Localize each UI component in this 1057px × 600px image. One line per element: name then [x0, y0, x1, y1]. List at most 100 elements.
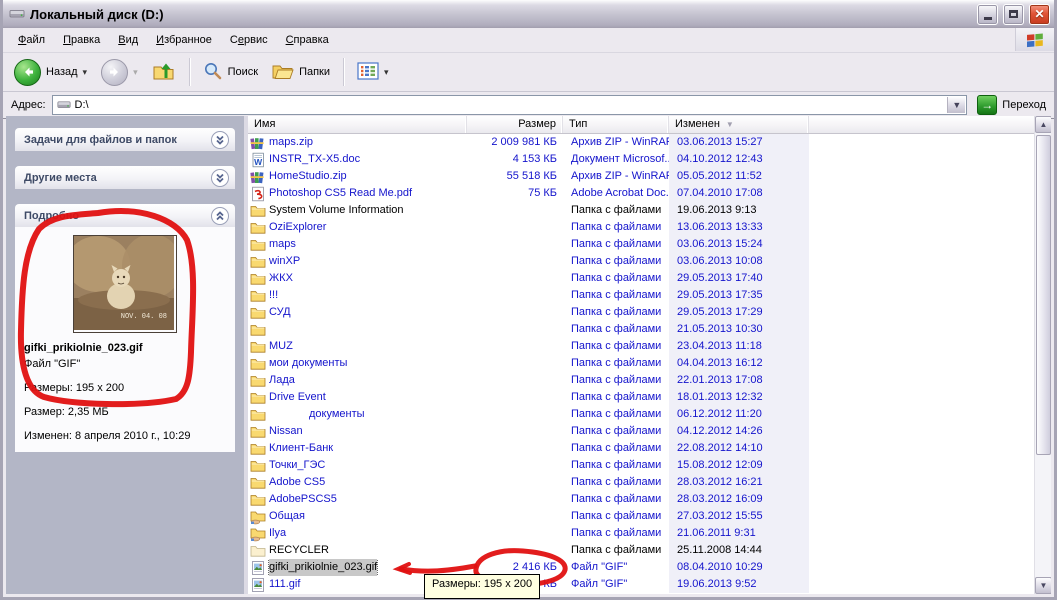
address-dropdown-button[interactable]: ▼ — [947, 97, 965, 113]
file-name[interactable]: OziExplorer — [269, 219, 326, 236]
file-name[interactable]: RECYCLER — [269, 542, 329, 559]
chevron-up-icon[interactable] — [211, 207, 229, 225]
column-header[interactable]: Размер — [467, 116, 563, 133]
file-name[interactable]: maps — [269, 236, 296, 253]
scroll-up-button[interactable]: ▲ — [1035, 116, 1051, 133]
file-name[interactable]: СУД — [269, 304, 291, 321]
forward-button[interactable]: ▾ — [96, 57, 143, 88]
up-button[interactable] — [147, 57, 181, 88]
file-name[interactable]: MUZ — [269, 338, 293, 355]
panel-other-places-header[interactable]: Другие места — [15, 166, 235, 189]
file-row[interactable]: ЛадаПапка с файлами22.01.2013 17:08 — [248, 372, 1034, 389]
file-name[interactable]: gifki_prikiolnie_023.gif — [269, 559, 377, 576]
file-row[interactable]: !!!Папка с файлами29.05.2013 17:35 — [248, 287, 1034, 304]
file-name[interactable]: Ilya — [269, 525, 286, 542]
menu-item[interactable]: Избранное — [147, 30, 221, 50]
back-button[interactable]: Назад ▾ — [9, 57, 92, 88]
column-header[interactable]: Имя — [248, 116, 467, 133]
views-dropdown-icon[interactable]: ▾ — [384, 67, 389, 78]
panel-file-tasks-header[interactable]: Задачи для файлов и папок — [15, 128, 235, 151]
chevron-down-icon[interactable] — [211, 131, 229, 149]
file-row[interactable]: gifki_prikiolnie_023.gif2 416 КБФайл "GI… — [248, 559, 1034, 576]
file-name[interactable]: HomeStudio.zip — [269, 168, 347, 185]
folder-icon — [250, 271, 266, 287]
file-type: Папка с файлами — [563, 389, 669, 406]
views-button[interactable]: ▾ — [352, 60, 394, 85]
column-header[interactable]: Изменен▼ — [669, 116, 809, 133]
back-dropdown-icon[interactable]: ▾ — [83, 67, 88, 78]
menu-item[interactable]: Вид — [109, 30, 147, 50]
menu-item[interactable]: Сервис — [221, 30, 277, 50]
panel-details-header[interactable]: Подробно — [15, 204, 235, 227]
file-row[interactable]: RECYCLERПапка с файлами25.11.2008 14:44 — [248, 542, 1034, 559]
file-row[interactable]: OziExplorerПапка с файлами13.06.2013 13:… — [248, 219, 1034, 236]
sort-descending-icon: ▼ — [726, 120, 734, 129]
address-value: D:\ — [75, 99, 89, 111]
chevron-down-icon[interactable] — [211, 169, 229, 187]
address-input[interactable]: D:\ ▼ — [52, 95, 968, 115]
file-type: Папка с файлами — [563, 508, 669, 525]
column-header[interactable]: Тип — [563, 116, 669, 133]
folders-button[interactable]: Папки — [267, 59, 335, 86]
file-row[interactable]: System Volume InformationПапка с файлами… — [248, 202, 1034, 219]
file-row[interactable]: WINSTR_TX-X5.doc4 153 КБДокумент Microso… — [248, 151, 1034, 168]
column-header-filler — [809, 116, 1051, 133]
close-button[interactable]: ✕ — [1029, 4, 1050, 25]
file-row[interactable]: IlyaПапка с файлами21.06.2011 9:31 — [248, 525, 1034, 542]
scroll-down-button[interactable]: ▼ — [1035, 577, 1051, 594]
file-row[interactable]: ОбщаяПапка с файлами27.03.2012 15:55 — [248, 508, 1034, 525]
file-row[interactable]: NissanПапка с файлами04.12.2012 14:26 — [248, 423, 1034, 440]
file-name[interactable]: Adobe CS5 — [269, 474, 325, 491]
file-row[interactable]: СУДПапка с файлами29.05.2013 17:29 — [248, 304, 1034, 321]
vertical-scrollbar[interactable]: ▲ ▼ — [1034, 116, 1051, 594]
file-row[interactable]: HomeStudio.zip55 518 КБАрхив ZIP - WinRA… — [248, 168, 1034, 185]
file-name[interactable]: ЖКХ — [269, 270, 293, 287]
file-row[interactable]: мои документыПапка с файлами04.04.2013 1… — [248, 355, 1034, 372]
file-row[interactable]: Точки_ГЭСПапка с файлами15.08.2012 12:09 — [248, 457, 1034, 474]
scrollbar-thumb[interactable] — [1036, 135, 1051, 455]
menu-item[interactable]: Правка — [54, 30, 109, 50]
file-name[interactable]: документы — [309, 406, 365, 423]
file-date: 04.12.2012 14:26 — [669, 423, 809, 440]
file-name[interactable]: мои документы — [269, 355, 347, 372]
maximize-button[interactable] — [1003, 4, 1024, 25]
file-name[interactable]: Photoshop CS5 Read Me.pdf — [269, 185, 412, 202]
file-row[interactable]: AdobePSCS5Папка с файлами28.03.2012 16:0… — [248, 491, 1034, 508]
menu-item[interactable]: Справка — [277, 30, 338, 50]
file-row[interactable]: ЖКХПапка с файлами29.05.2013 17:40 — [248, 270, 1034, 287]
file-name[interactable]: System Volume Information — [269, 202, 404, 219]
file-name[interactable]: winXP — [269, 253, 300, 270]
file-row[interactable]: 111.gif735 КБФайл "GIF"19.06.2013 9:52 — [248, 576, 1034, 593]
file-row[interactable]: MUZПапка с файлами23.04.2013 11:18 — [248, 338, 1034, 355]
file-row[interactable]: Drive EventПапка с файлами18.01.2013 12:… — [248, 389, 1034, 406]
forward-dropdown-icon[interactable]: ▾ — [133, 67, 138, 78]
file-name[interactable]: AdobePSCS5 — [269, 491, 337, 508]
file-name[interactable]: Клиент-Банк — [269, 440, 333, 457]
file-row[interactable]: mapsПапка с файлами03.06.2013 15:24 — [248, 236, 1034, 253]
file-date: 13.06.2013 13:33 — [669, 219, 809, 236]
file-row[interactable]: Adobe CS5Папка с файлами28.03.2012 16:21 — [248, 474, 1034, 491]
file-name[interactable]: Nissan — [269, 423, 303, 440]
file-row[interactable]: Photoshop CS5 Read Me.pdf75 КБAdobe Acro… — [248, 185, 1034, 202]
search-button[interactable]: Поиск — [198, 59, 263, 86]
file-type: Папка с файлами — [563, 321, 669, 338]
file-row[interactable]: документыПапка с файлами06.12.2012 11:20 — [248, 406, 1034, 423]
file-name[interactable]: maps.zip — [269, 134, 313, 151]
address-label: Адрес: — [11, 99, 46, 111]
file-row[interactable]: winXPПапка с файлами03.06.2013 10:08 — [248, 253, 1034, 270]
file-name[interactable]: Лада — [269, 372, 295, 389]
go-button[interactable]: → Переход — [973, 95, 1050, 115]
file-row[interactable]: Клиент-БанкПапка с файлами22.08.2012 14:… — [248, 440, 1034, 457]
file-name[interactable]: INSTR_TX-X5.doc — [269, 151, 360, 168]
file-date: 19.06.2013 9:13 — [669, 202, 809, 219]
minimize-button[interactable] — [977, 4, 998, 25]
file-name[interactable]: Общая — [269, 508, 305, 525]
main-area: Задачи для файлов и папок Другие места П… — [6, 116, 1051, 594]
file-row[interactable]: Папка с файлами21.05.2013 10:30 — [248, 321, 1034, 338]
file-name[interactable]: !!! — [269, 287, 278, 304]
menu-item[interactable]: Файл — [9, 30, 54, 50]
file-name[interactable]: Точки_ГЭС — [269, 457, 325, 474]
file-name[interactable]: Drive Event — [269, 389, 326, 406]
file-name[interactable]: 111.gif — [269, 576, 300, 593]
file-row[interactable]: maps.zip2 009 981 КБАрхив ZIP - WinRAR03… — [248, 134, 1034, 151]
